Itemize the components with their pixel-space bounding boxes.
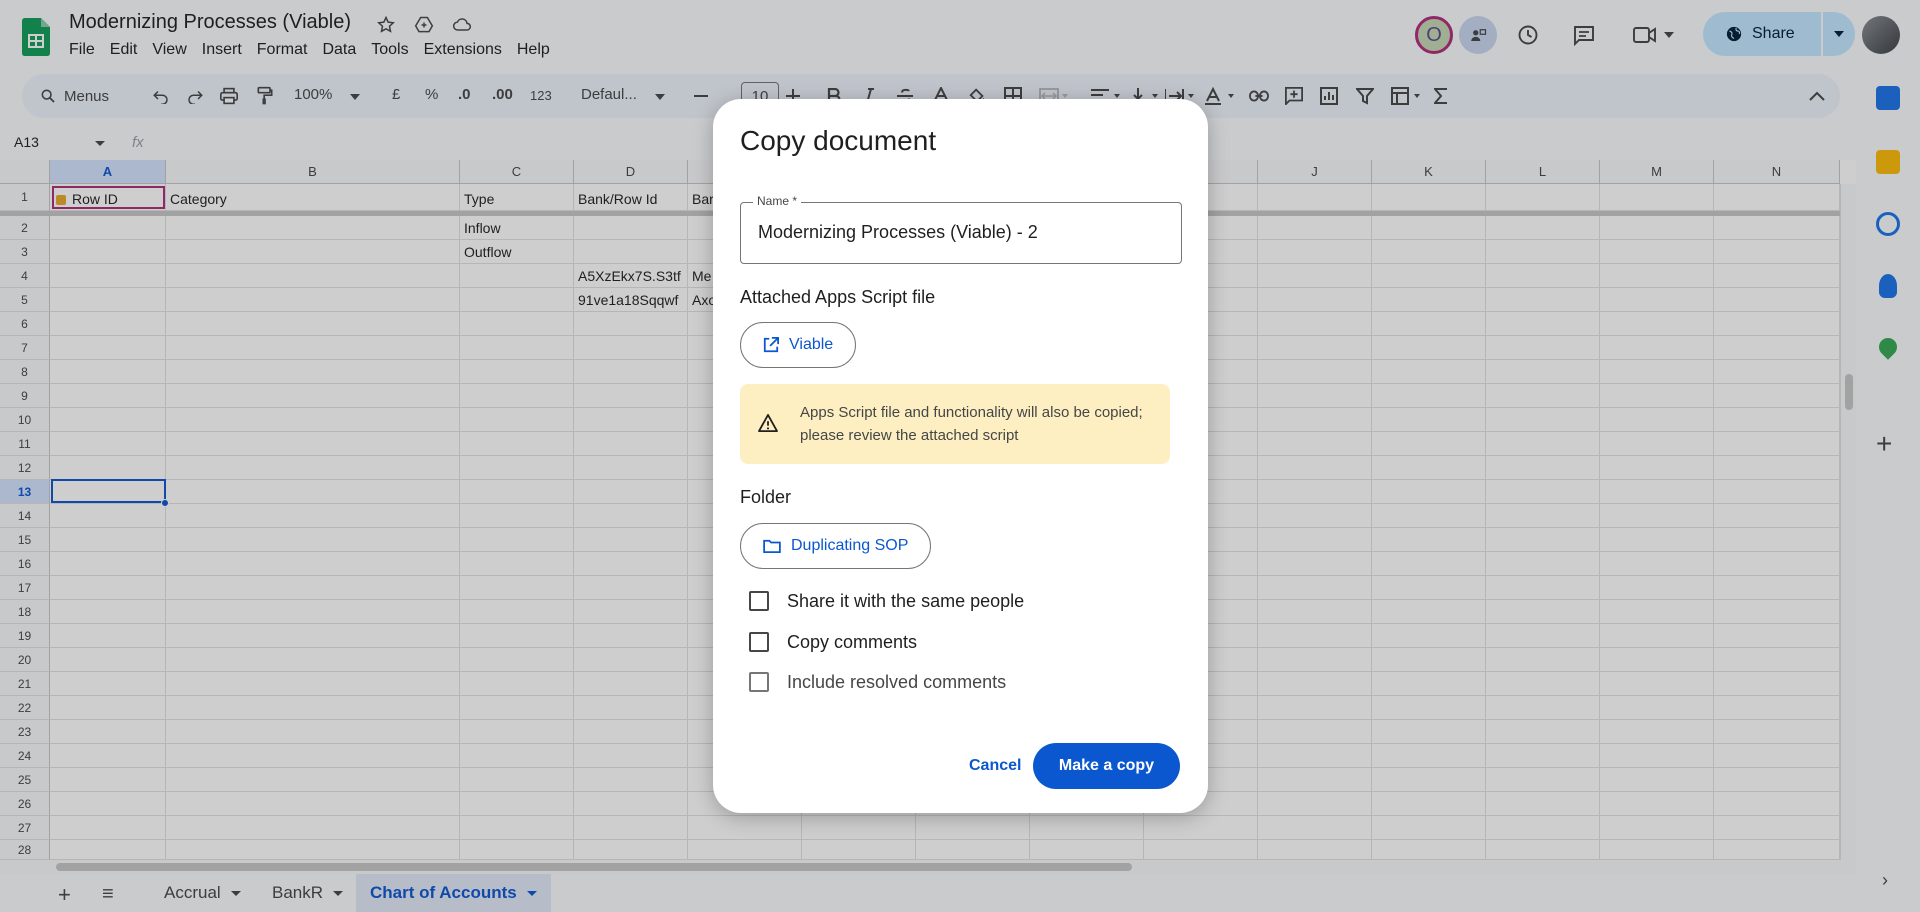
- apps-script-warning: Apps Script file and functionality will …: [740, 384, 1170, 464]
- copy-document-dialog: Copy document Name * Attached Apps Scrip…: [713, 99, 1208, 813]
- folder-button-label: Duplicating SOP: [791, 537, 909, 554]
- copy-comments-option[interactable]: Copy comments: [749, 630, 917, 654]
- choose-folder-button[interactable]: Duplicating SOP: [740, 523, 932, 569]
- copy-comments-label: Copy comments: [787, 631, 918, 652]
- dialog-title: Copy document: [740, 125, 937, 156]
- name-field-label: Name *: [753, 194, 802, 208]
- folder-section-title: Folder: [740, 487, 792, 507]
- open-apps-script-button[interactable]: Viable: [740, 322, 857, 368]
- include-resolved-comments-label: Include resolved comments: [787, 671, 1007, 692]
- share-same-people-option[interactable]: Share it with the same people: [749, 589, 1024, 613]
- warning-icon: [758, 414, 778, 432]
- name-field[interactable]: Name *: [740, 194, 1182, 264]
- apps-script-button-label: Viable: [789, 336, 834, 353]
- folder-icon: [763, 539, 781, 553]
- include-resolved-comments-option[interactable]: Include resolved comments: [749, 670, 1006, 694]
- apps-script-section-title: Attached Apps Script file: [740, 287, 936, 307]
- include-resolved-comments-checkbox[interactable]: [749, 672, 769, 692]
- share-same-people-checkbox[interactable]: [749, 591, 769, 611]
- copy-comments-checkbox[interactable]: [749, 632, 769, 652]
- cancel-button[interactable]: Cancel: [953, 743, 1037, 789]
- share-same-people-label: Share it with the same people: [787, 590, 1025, 611]
- warning-text: Apps Script file and functionality will …: [800, 404, 1143, 444]
- make-a-copy-button[interactable]: Make a copy: [1033, 743, 1180, 789]
- name-input[interactable]: [758, 222, 1168, 243]
- open-in-new-icon: [763, 337, 779, 353]
